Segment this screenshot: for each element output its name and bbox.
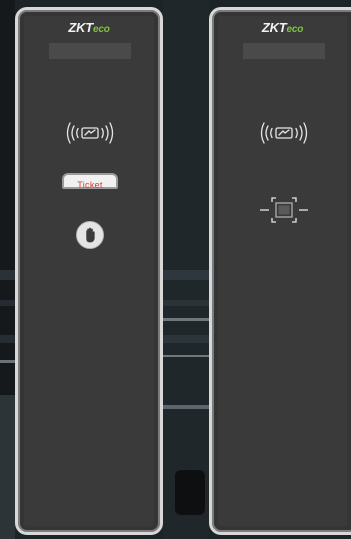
parked-car <box>175 470 205 515</box>
brand-logo-main: ZKT <box>261 20 287 35</box>
ticket-label: Ticket <box>77 180 103 190</box>
brand-logo-suffix: eco <box>93 24 110 35</box>
entry-terminal-qr: ZKTeco <box>209 7 351 535</box>
lcd-display <box>243 43 325 59</box>
ceiling-light <box>163 405 209 409</box>
brand-logo: ZKTeco <box>212 20 351 38</box>
lcd-display <box>49 43 131 59</box>
rfid-card-reader-icon <box>66 122 114 144</box>
qr-code-scanner-icon <box>260 197 308 223</box>
parking-terminal-scene: ZKTeco Ticket ZKTeco <box>0 0 351 539</box>
entry-terminal-ticket: ZKTeco Ticket <box>15 7 163 535</box>
ceiling-light <box>163 355 209 357</box>
rfid-card-reader-icon <box>260 122 308 144</box>
hand-stop-icon <box>86 227 95 243</box>
ceiling-light <box>0 360 15 363</box>
garage-column <box>0 395 15 539</box>
brand-logo-suffix: eco <box>286 24 304 35</box>
push-button[interactable] <box>76 221 104 249</box>
brand-logo: ZKTeco <box>18 20 160 38</box>
brand-logo-main: ZKT <box>68 20 94 35</box>
ceiling-light <box>163 318 209 321</box>
ticket-dispenser-button[interactable]: Ticket <box>62 173 118 190</box>
